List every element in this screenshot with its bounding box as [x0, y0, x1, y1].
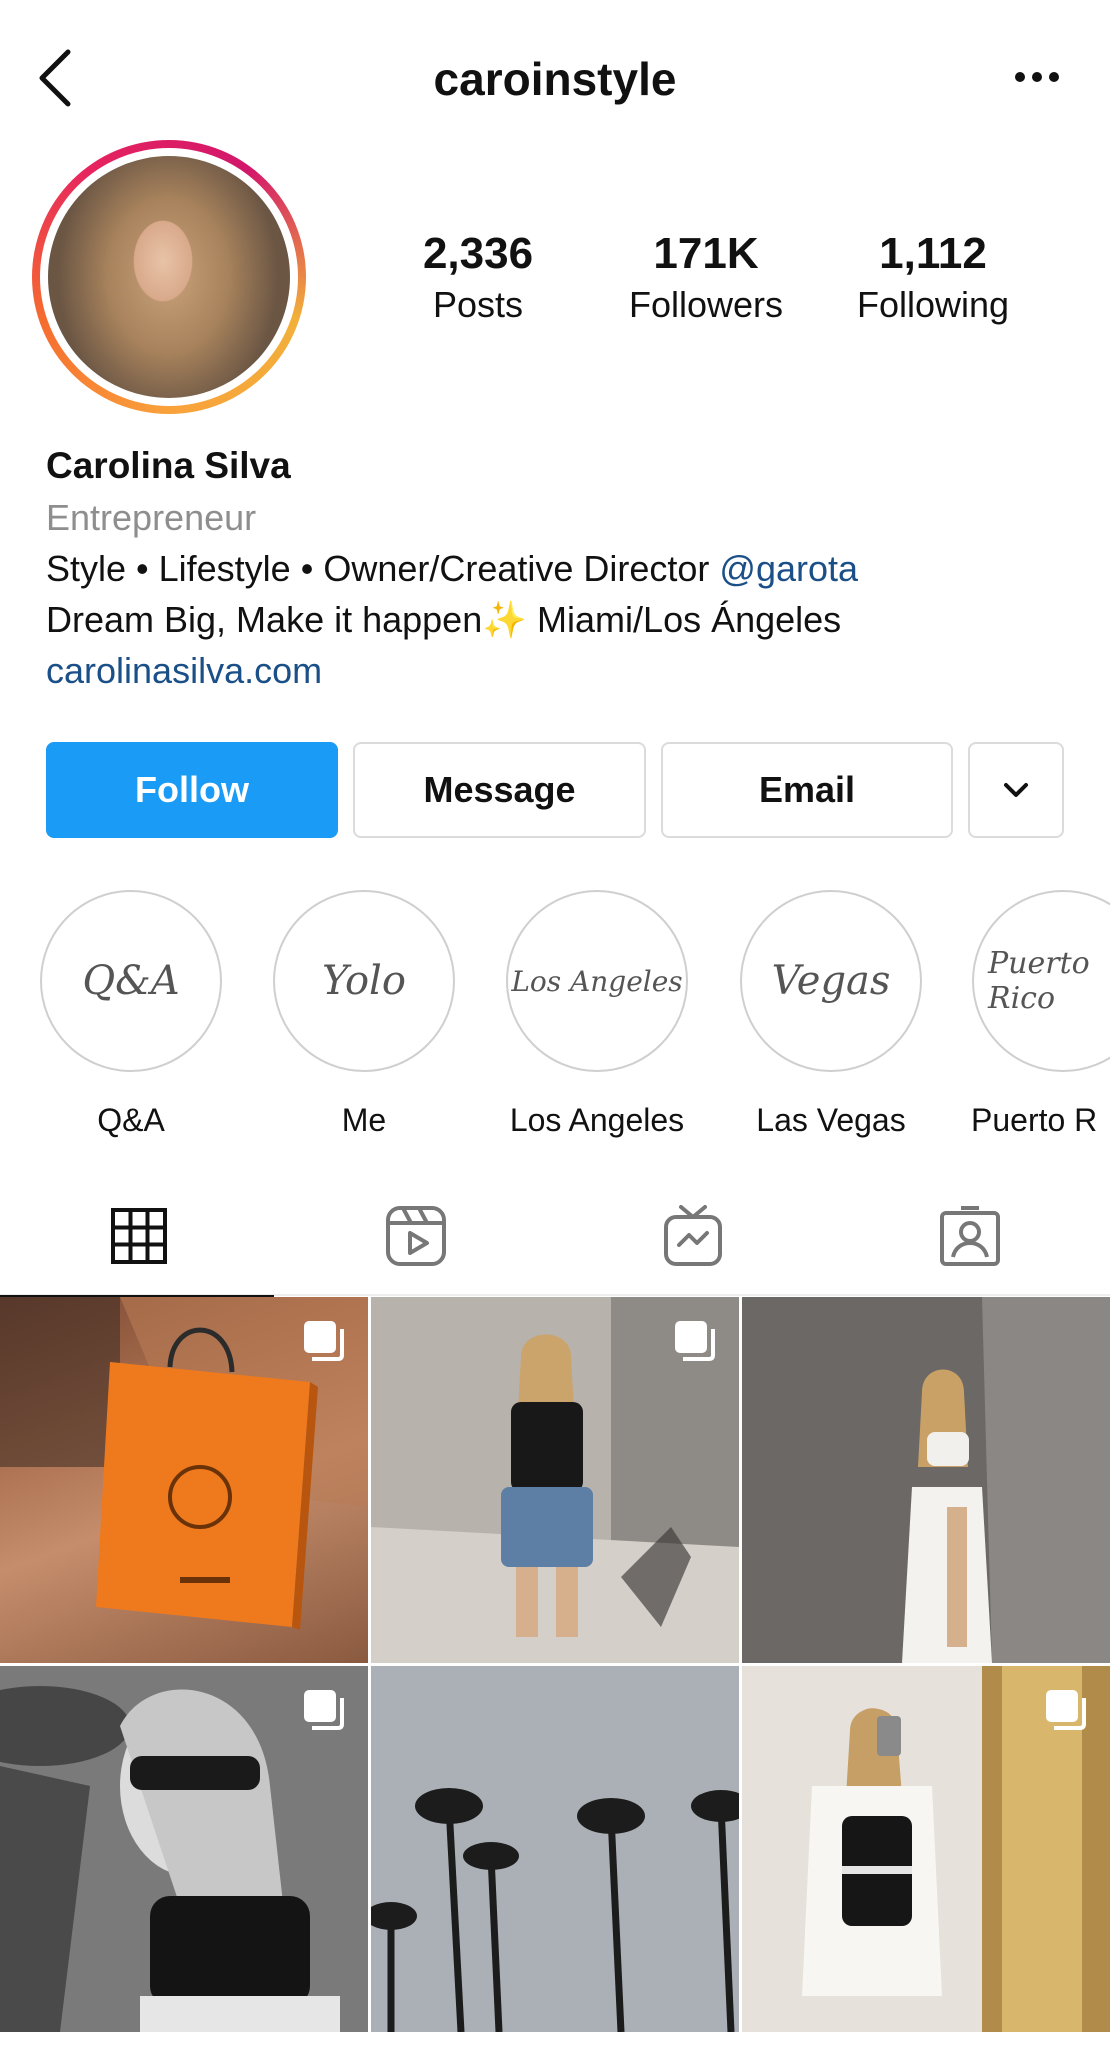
- grid-icon: [110, 1208, 167, 1264]
- followers-label: Followers: [628, 284, 784, 325]
- posts-count: 2,336: [422, 229, 534, 278]
- tagged-icon: [939, 1206, 1000, 1266]
- following-stat[interactable]: 1,112 Following: [833, 228, 1033, 330]
- highlight-me[interactable]: Yolo Me: [248, 890, 480, 1139]
- tab-reels[interactable]: [277, 1176, 554, 1296]
- igtv-icon: [663, 1205, 722, 1266]
- profile-tabs: [0, 1176, 1110, 1298]
- category-label: Entrepreneur: [46, 497, 257, 538]
- post-thumbnail[interactable]: [371, 1666, 739, 2032]
- highlight-cover: Los Angeles: [506, 890, 688, 1072]
- follow-button[interactable]: Follow: [46, 742, 338, 838]
- highlight-los-angeles[interactable]: Los Angeles Los Angeles: [481, 890, 713, 1139]
- message-button[interactable]: Message: [353, 742, 646, 838]
- highlight-qa[interactable]: Q&A Q&A: [15, 890, 247, 1139]
- highlight-las-vegas[interactable]: Vegas Las Vegas: [715, 890, 947, 1139]
- avatar-photo: [48, 156, 290, 398]
- posts-stat[interactable]: 2,336 Posts: [378, 228, 578, 330]
- website-link[interactable]: carolinasilva.com: [46, 645, 1086, 696]
- posts-label: Posts: [432, 284, 524, 325]
- highlight-puerto-rico[interactable]: Puerto Rico Puerto R: [948, 890, 1110, 1139]
- more-horizontal-icon[interactable]: [1014, 70, 1060, 84]
- post-grid: [0, 1297, 1110, 2048]
- highlight-label: Las Vegas: [756, 1102, 906, 1138]
- highlight-label: Los Angeles: [509, 1102, 685, 1138]
- followers-stat[interactable]: 171K Followers: [606, 228, 806, 330]
- post-thumbnail[interactable]: [0, 1297, 368, 1663]
- multiple-photos-icon: [304, 1321, 344, 1361]
- display-name: Carolina Silva: [46, 445, 291, 486]
- tab-igtv[interactable]: [554, 1176, 831, 1296]
- chevron-down-icon: [1004, 783, 1028, 797]
- following-count: 1,112: [879, 229, 987, 278]
- highlight-label: Me: [341, 1102, 387, 1138]
- multiple-photos-icon: [675, 1321, 715, 1361]
- bio-line-1: Style • Lifestyle • Owner/Creative Direc…: [46, 543, 1086, 594]
- post-thumbnail[interactable]: [742, 1666, 1110, 2032]
- highlight-label: Q&A: [97, 1102, 165, 1138]
- bio-text: Style • Lifestyle • Owner/Creative Direc…: [46, 548, 720, 589]
- multiple-photos-icon: [1046, 1690, 1086, 1730]
- avatar[interactable]: [32, 140, 306, 414]
- followers-count: 171K: [653, 229, 759, 278]
- highlight-cover: Vegas: [740, 890, 922, 1072]
- avatar-frame: [40, 148, 298, 406]
- profile-username: caroinstyle: [433, 53, 677, 105]
- profile-header: caroinstyle: [0, 0, 1110, 160]
- mention-link[interactable]: @garota: [719, 548, 858, 589]
- reels-icon: [385, 1206, 446, 1266]
- post-image: [371, 1666, 739, 2032]
- post-thumbnail[interactable]: [0, 1666, 368, 2032]
- multiple-photos-icon: [304, 1690, 344, 1730]
- email-button[interactable]: Email: [661, 742, 953, 838]
- tab-tagged[interactable]: [831, 1176, 1108, 1296]
- profile-bio: Carolina Silva Entrepreneur Style • Life…: [46, 440, 1086, 696]
- following-label: Following: [856, 284, 1010, 325]
- highlight-label: Puerto R: [971, 1102, 1098, 1138]
- suggested-dropdown-button[interactable]: [968, 742, 1064, 838]
- post-thumbnail[interactable]: [371, 1297, 739, 1663]
- post-thumbnail[interactable]: [742, 1297, 1110, 1663]
- highlight-cover: Puerto Rico: [972, 890, 1110, 1072]
- highlight-cover: Yolo: [273, 890, 455, 1072]
- post-image: [742, 1297, 1110, 1663]
- bio-line-2: Dream Big, Make it happen✨ Miami/Los Áng…: [46, 599, 842, 640]
- tab-grid[interactable]: [0, 1176, 277, 1298]
- highlight-cover: Q&A: [40, 890, 222, 1072]
